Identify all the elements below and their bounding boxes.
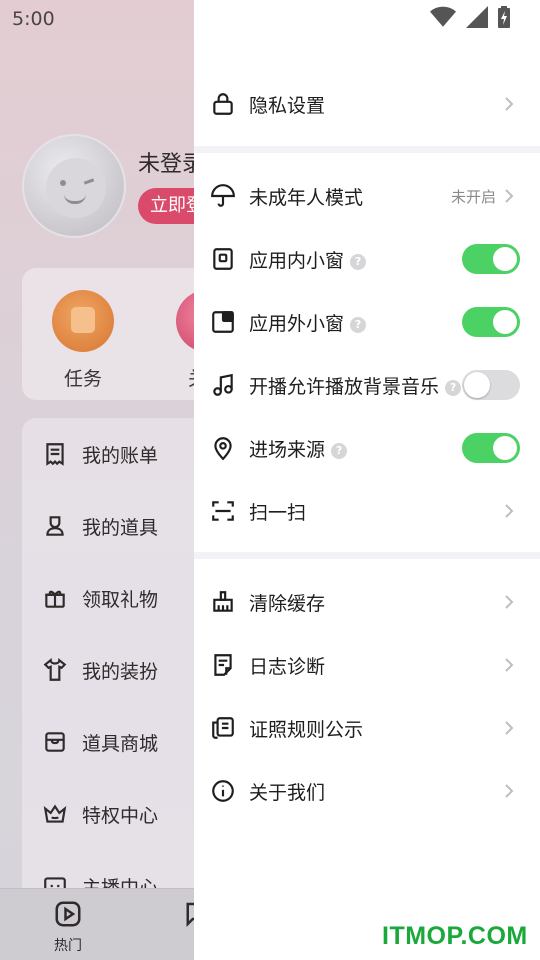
background-music-row: 开播允许播放背景音乐? (194, 357, 540, 413)
menu-item-label: 领取礼物 (82, 588, 159, 611)
watermark: ITMOP.COM (382, 922, 528, 950)
section-divider (194, 552, 540, 559)
nav-tab-hot[interactable]: 热门 (50, 899, 86, 955)
license-icon (212, 717, 234, 739)
avatar-face (46, 158, 106, 218)
chevron-right-icon (505, 721, 514, 735)
license-rules-row[interactable]: 证照规则公示 (194, 700, 540, 756)
scan-row[interactable]: 扫一扫 (194, 483, 540, 539)
menu-item-label: 我的道具 (82, 516, 159, 539)
avatar-eye (60, 180, 66, 186)
in-app-window-toggle[interactable] (462, 244, 520, 274)
battery-icon (498, 6, 510, 28)
help-icon[interactable]: ? (331, 442, 348, 459)
row-label-wrap: 应用内小窗? (249, 246, 367, 273)
minor-mode-row[interactable]: 未成年人模式 未开启 (194, 168, 540, 224)
scan-icon (212, 501, 234, 521)
log-icon (214, 654, 232, 676)
menu-item-label: 特权中心 (82, 804, 159, 827)
wifi-icon (430, 6, 456, 27)
task-label: 任务 (64, 368, 103, 390)
row-label: 应用内小窗 (249, 249, 345, 272)
menu-item-label: 我的装扮 (82, 660, 159, 683)
background-music-toggle[interactable] (462, 370, 520, 400)
row-label-wrap: 应用外小窗? (249, 309, 367, 336)
menu-item-bill[interactable]: 我的账单 (42, 436, 158, 472)
log-diagnosis-row[interactable]: 日志诊断 (194, 637, 540, 693)
about-us-row[interactable]: 关于我们 (194, 763, 540, 819)
music-icon (213, 373, 233, 396)
menu-item-dressup[interactable]: 我的装扮 (42, 652, 158, 688)
chevron-right-icon (505, 595, 514, 609)
minor-mode-status: 未开启 (450, 187, 496, 206)
row-label: 隐私设置 (249, 94, 326, 117)
out-app-window-toggle[interactable] (462, 307, 520, 337)
menu-item-props[interactable]: 我的道具 (42, 508, 158, 544)
settings-drawer: 隐私设置 未成年人模式 未开启 应用内小窗? 应用外小窗? 开播允许播放背景音乐… (194, 0, 540, 960)
profile-menu-card: 我的账单 我的道具 领取礼物 我的装扮 道具商城 特权中心 主播中心 (22, 418, 222, 899)
bill-icon (46, 443, 64, 466)
in-app-window-icon (213, 248, 233, 270)
row-label: 日志诊断 (249, 655, 326, 678)
status-time: 5:00 (12, 8, 55, 30)
row-label: 应用外小窗 (249, 312, 345, 335)
entry-source-row: 进场来源? (194, 420, 540, 476)
crown-icon (43, 804, 67, 823)
row-label: 开播允许播放背景音乐 (249, 375, 440, 398)
chevron-right-icon (505, 504, 514, 518)
props-icon (46, 516, 64, 536)
privacy-settings-row[interactable]: 隐私设置 (194, 76, 540, 132)
section-divider (194, 146, 540, 153)
shop-icon (45, 732, 65, 752)
chevron-right-icon (505, 97, 514, 111)
info-icon (212, 780, 234, 802)
broom-icon (213, 591, 233, 612)
quick-actions-card: 任务 关 (22, 268, 238, 400)
help-icon[interactable]: ? (445, 379, 462, 396)
location-icon (214, 437, 232, 461)
gift-icon (45, 590, 65, 608)
task-icon[interactable] (52, 290, 114, 352)
play-icon (55, 901, 81, 927)
menu-item-privilege[interactable]: 特权中心 (42, 796, 158, 832)
row-label: 未成年人模式 (249, 186, 364, 209)
row-label-wrap: 开播允许播放背景音乐? (249, 372, 462, 399)
avatar[interactable] (22, 134, 126, 238)
nav-tab-label: 热门 (54, 938, 82, 954)
help-icon[interactable]: ? (350, 316, 367, 333)
row-label-wrap: 进场来源? (249, 435, 348, 462)
chevron-right-icon (505, 189, 514, 203)
entry-source-toggle[interactable] (462, 433, 520, 463)
menu-item-gift[interactable]: 领取礼物 (42, 580, 158, 616)
shirt-icon (43, 657, 67, 681)
row-label: 进场来源 (249, 438, 326, 461)
menu-item-label: 道具商城 (82, 732, 159, 755)
row-label: 关于我们 (249, 781, 326, 804)
chevron-right-icon (505, 658, 514, 672)
signal-icon (466, 6, 488, 28)
row-label: 证照规则公示 (249, 718, 364, 741)
clear-cache-row[interactable]: 清除缓存 (194, 574, 540, 630)
out-app-window-row: 应用外小窗? (194, 294, 540, 350)
out-app-window-icon (212, 311, 234, 333)
lock-icon (213, 93, 233, 115)
help-icon[interactable]: ? (350, 253, 367, 270)
chevron-right-icon (505, 784, 514, 798)
row-label: 清除缓存 (249, 592, 326, 615)
menu-item-shop[interactable]: 道具商城 (42, 724, 158, 760)
row-label: 扫一扫 (249, 501, 307, 524)
in-app-window-row: 应用内小窗? (194, 231, 540, 287)
system-status-icons (430, 6, 510, 28)
umbrella-icon (211, 184, 235, 207)
menu-item-label: 我的账单 (82, 444, 159, 467)
